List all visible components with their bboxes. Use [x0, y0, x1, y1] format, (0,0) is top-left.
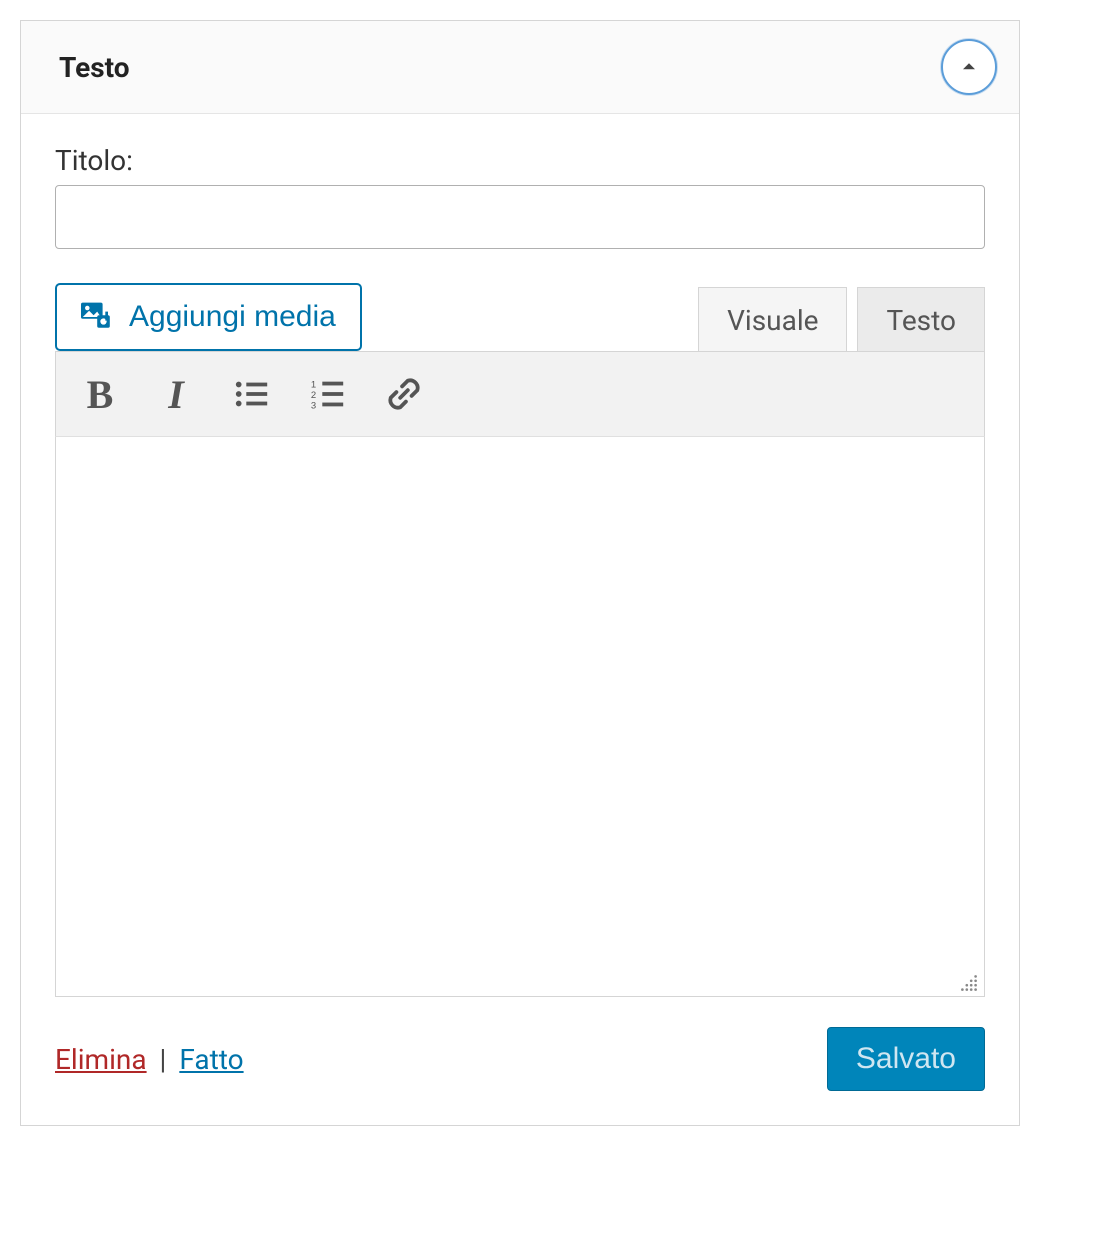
title-input[interactable] [55, 185, 985, 249]
svg-text:2: 2 [311, 390, 316, 401]
editor-top-row: Aggiungi media Visuale Testo [55, 283, 985, 351]
tab-visual[interactable]: Visuale [698, 287, 847, 351]
done-link[interactable]: Fatto [179, 1043, 243, 1076]
bullet-list-icon [233, 375, 271, 413]
add-media-button[interactable]: Aggiungi media [55, 283, 362, 351]
bold-button[interactable]: B [76, 370, 124, 418]
italic-icon: I [168, 371, 184, 418]
delete-link[interactable]: Elimina [55, 1043, 147, 1076]
widget-header: Testo [21, 21, 1019, 114]
text-widget: Testo Titolo: Aggiungi media Visuale [20, 20, 1020, 1126]
ordered-list-icon: 1 2 3 [309, 375, 347, 413]
bold-icon: B [87, 371, 114, 418]
resize-handle-icon[interactable] [958, 972, 980, 994]
widget-title: Testo [59, 51, 130, 84]
chevron-up-icon [960, 58, 978, 76]
widget-body: Titolo: Aggiungi media Visuale Testo [21, 114, 1019, 1125]
svg-text:1: 1 [311, 379, 316, 390]
ordered-list-button[interactable]: 1 2 3 [304, 370, 352, 418]
saved-button[interactable]: Salvato [827, 1027, 985, 1091]
collapse-button[interactable] [941, 39, 997, 95]
link-icon [385, 375, 423, 413]
title-label: Titolo: [55, 144, 985, 177]
bullet-list-button[interactable] [228, 370, 276, 418]
svg-text:3: 3 [311, 400, 316, 411]
editor-tabs: Visuale Testo [698, 287, 985, 351]
footer-links: Elimina | Fatto [55, 1043, 244, 1076]
link-button[interactable] [380, 370, 428, 418]
tab-text[interactable]: Testo [857, 287, 985, 351]
format-toolbar: B I 1 2 3 [55, 351, 985, 437]
media-icon [81, 302, 117, 332]
separator: | [153, 1043, 174, 1076]
italic-button[interactable]: I [152, 370, 200, 418]
editor-textarea[interactable] [55, 437, 985, 997]
add-media-label: Aggiungi media [129, 300, 336, 334]
widget-footer: Elimina | Fatto Salvato [55, 1027, 985, 1091]
